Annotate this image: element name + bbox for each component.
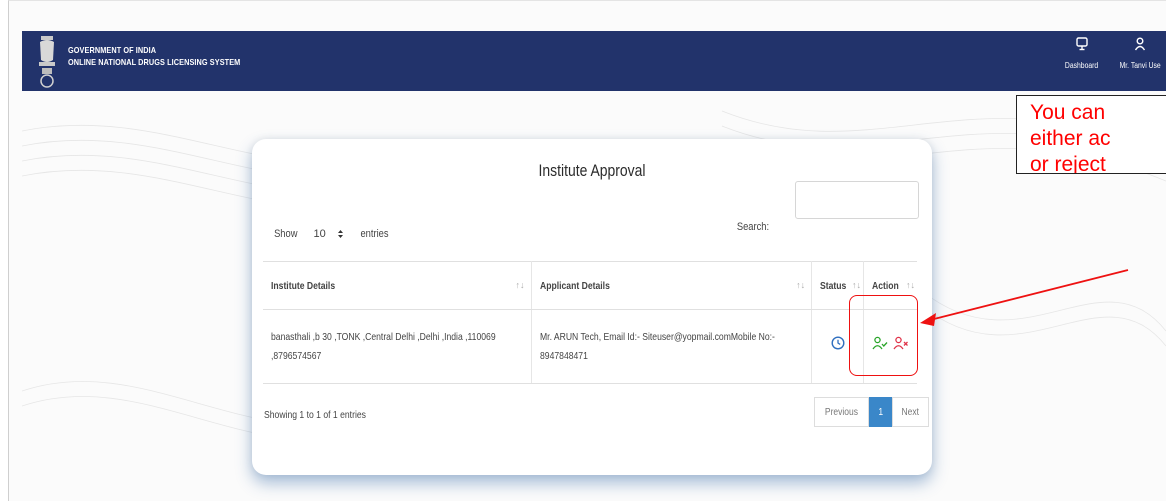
nav-dashboard-label: Dashboard (1064, 61, 1099, 70)
entries-select[interactable]: 10 (308, 221, 350, 247)
sort-icon[interactable]: ↑↓ (796, 280, 805, 290)
entries-label: entries (360, 228, 389, 240)
nav-dashboard[interactable]: Dashboard (1062, 37, 1101, 70)
nav-user-menu[interactable]: Mr. Tanvi Use (1116, 37, 1164, 70)
entries-select-value: 10 (313, 228, 326, 240)
top-navbar: GOVERNMENT OF INDIA ONLINE NATIONAL DRUG… (22, 31, 1166, 91)
page-1-button[interactable]: 1 (868, 397, 893, 427)
table-row: banasthali ,b 30 ,TONK ,Central Delhi ,D… (263, 309, 917, 384)
institute-approval-card: Institute Approval Show 10 entries Searc… (252, 139, 932, 475)
applicant-details-cell: Mr. ARUN Tech, Email Id:- Siteuser@yopma… (531, 309, 813, 384)
clock-icon[interactable] (831, 336, 845, 350)
search-input[interactable] (795, 181, 919, 219)
show-label: Show (274, 228, 298, 240)
monitor-icon (1075, 37, 1088, 51)
table-info: Showing 1 to 1 of 1 entries (264, 409, 366, 421)
search-label: Search: (736, 221, 770, 233)
page-title: Institute Approval (538, 161, 646, 180)
brand-line-2: ONLINE NATIONAL DRUGS LICENSING SYSTEM (68, 57, 241, 67)
pagination: Previous 1 Next (814, 397, 930, 427)
search-control: Search: (734, 181, 919, 233)
nav-user-label: Mr. Tanvi Use (1119, 61, 1161, 70)
select-arrows-icon (337, 230, 343, 238)
next-page-button[interactable]: Next (892, 397, 930, 427)
sort-icon[interactable]: ↑↓ (906, 280, 915, 290)
user-icon (1135, 37, 1146, 51)
action-highlight-box (849, 295, 918, 376)
annotation-callout: You can either ac or reject (1016, 95, 1166, 174)
brand-title: GOVERNMENT OF INDIA ONLINE NATIONAL DRUG… (68, 44, 240, 68)
brand-line-1: GOVERNMENT OF INDIA (68, 45, 157, 55)
column-header-applicant[interactable]: Applicant Details ↑↓ (531, 261, 813, 310)
institute-details-cell: banasthali ,b 30 ,TONK ,Central Delhi ,D… (263, 309, 532, 384)
sort-icon[interactable]: ↑↓ (516, 280, 525, 290)
entries-length-control: Show 10 entries (272, 221, 391, 247)
sort-icon[interactable]: ↑↓ (852, 280, 861, 290)
annotation-text: You can either ac or reject (1030, 101, 1111, 174)
institute-table: Institute Details ↑↓ Applicant Details ↑… (263, 261, 917, 384)
previous-page-button[interactable]: Previous (814, 397, 869, 427)
national-emblem-logo (39, 36, 55, 88)
column-header-institute[interactable]: Institute Details ↑↓ (263, 261, 532, 310)
